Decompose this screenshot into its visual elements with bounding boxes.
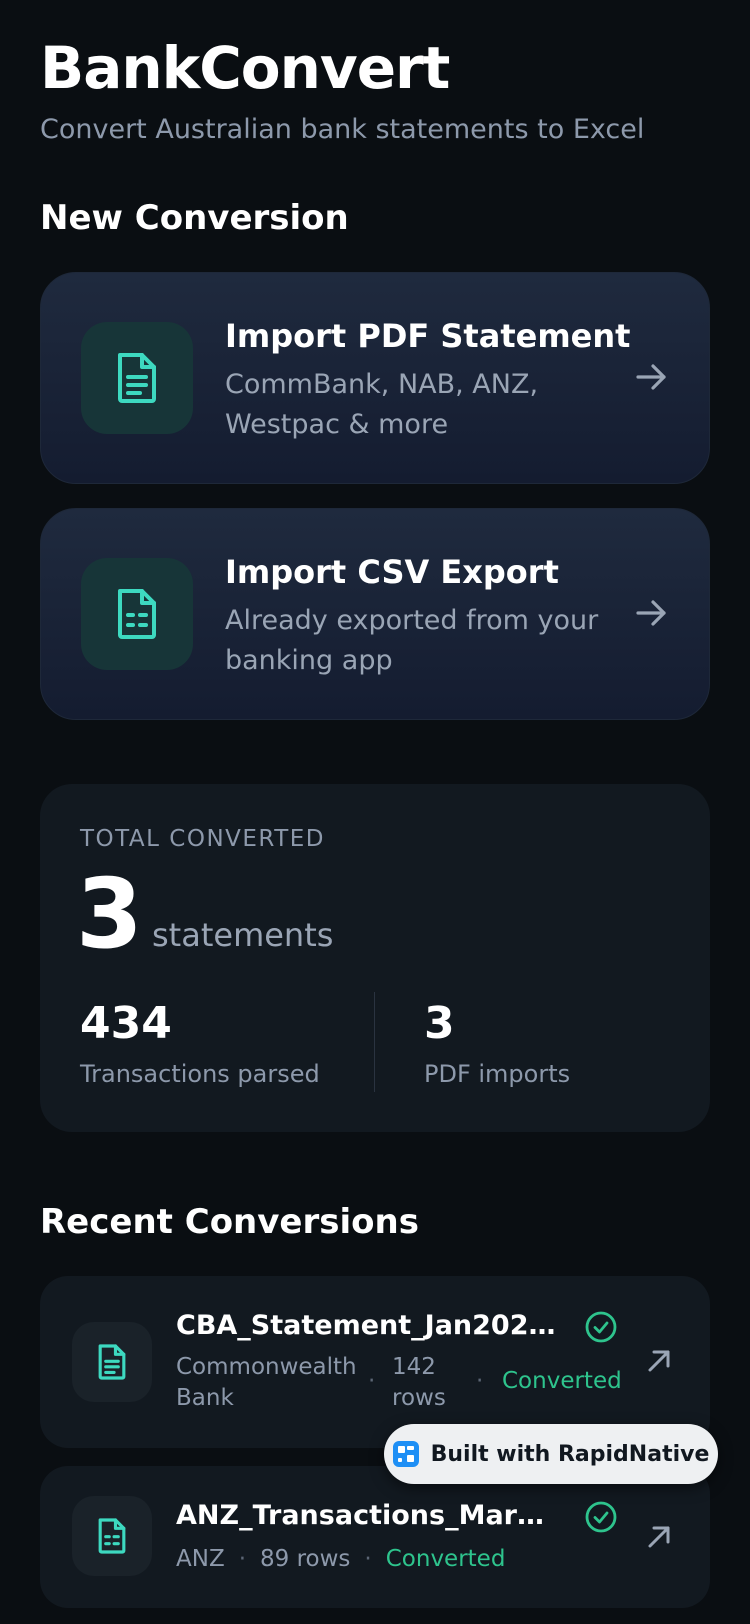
check-circle-icon [585,1501,617,1533]
pdf-imports-value: 3 [424,998,455,1049]
section-title-recent-conversions: Recent Conversions [40,1202,419,1242]
bank-name: Commonwealth Bank [176,1354,357,1411]
file-name: ANZ_Transactions_Mar202... [176,1500,556,1531]
meta-separator: · [364,1546,372,1572]
app-title: BankConvert [40,34,450,102]
file-icon-container [72,1496,152,1576]
status-text: Converted [502,1368,622,1394]
file-meta: ANZ · 89 rows · Converted [176,1546,505,1572]
app-subtitle: Convert Australian bank statements to Ex… [40,114,645,145]
meta-separator: · [368,1368,376,1394]
import-pdf-title: Import PDF Statement [225,317,631,355]
recent-conversion-item[interactable]: ANZ_Transactions_Mar202... ANZ · 89 rows… [40,1466,710,1608]
total-converted-unit: statements [152,916,334,954]
total-converted-label: TOTAL CONVERTED [80,826,326,852]
arrow-right-icon [636,600,666,626]
row-count: 142 rows [392,1354,446,1411]
badge-label: Built with RapidNative [430,1441,710,1467]
section-title-new-conversion: New Conversion [40,198,349,238]
import-csv-card[interactable]: Import CSV Export Already exported from … [40,508,710,720]
csv-icon-container [81,558,193,670]
row-count: 89 rows [260,1546,351,1572]
open-external-icon[interactable] [644,1346,674,1376]
csv-spreadsheet-icon [98,1518,126,1554]
status-text: Converted [385,1546,506,1572]
total-converted-card: TOTAL CONVERTED 3 statements 434 Transac… [40,784,710,1132]
meta-separator: · [238,1546,247,1572]
import-pdf-card[interactable]: Import PDF Statement CommBank, NAB, ANZ,… [40,272,710,484]
file-icon-container [72,1322,152,1402]
recent-conversion-item[interactable]: CBA_Statement_Jan2025.pdf Commonwealth B… [40,1276,710,1448]
transactions-parsed-value: 434 [80,998,172,1049]
pdf-icon-container [81,322,193,434]
import-pdf-description: CommBank, NAB, ANZ, Westpac & more [225,369,539,440]
transactions-parsed-label: Transactions parsed [80,1060,320,1088]
meta-separator: · [476,1368,484,1394]
import-csv-description: Already exported from your banking app [225,605,599,676]
bank-name: ANZ [176,1546,225,1572]
pdf-imports-label: PDF imports [424,1060,571,1088]
file-meta: Commonwealth Bank · 142 rows · Converted [176,1352,622,1416]
check-circle-icon [585,1311,617,1343]
rapidnative-logo-icon [392,1441,419,1467]
import-csv-title: Import CSV Export [225,553,559,591]
pdf-document-icon [118,353,156,403]
total-converted-count: 3 [76,858,143,970]
csv-spreadsheet-icon [118,589,156,639]
file-name: CBA_Statement_Jan2025.pdf [176,1310,556,1341]
open-external-icon[interactable] [644,1522,674,1552]
arrow-right-icon [636,364,666,390]
pdf-document-icon [98,1344,126,1380]
built-with-badge[interactable]: Built with RapidNative [384,1424,718,1484]
stats-divider [374,992,375,1092]
